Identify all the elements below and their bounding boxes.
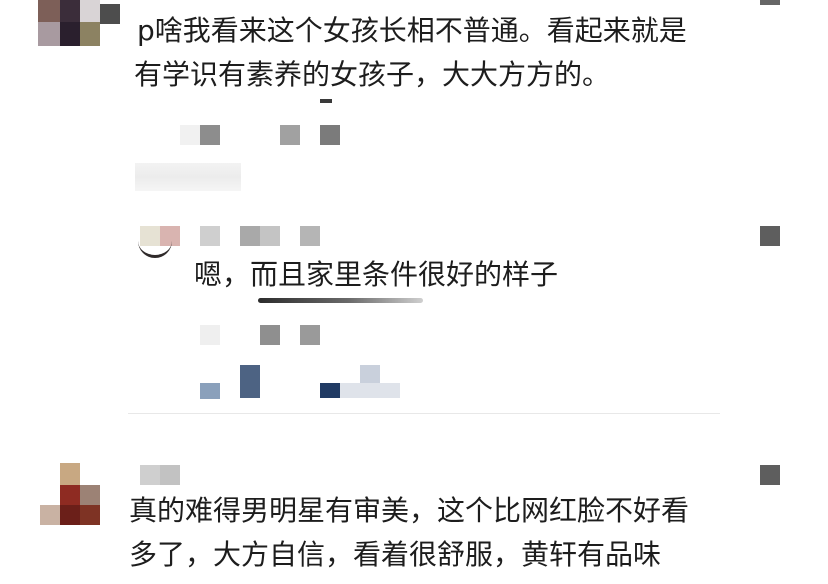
mosaic-tile — [38, 22, 60, 46]
avatar[interactable] — [38, 0, 120, 46]
mosaic-tile — [320, 125, 340, 145]
mosaic-tile — [180, 125, 200, 145]
blurred-username[interactable] — [200, 226, 320, 246]
mosaic-tile — [40, 505, 60, 525]
stroke-mark — [258, 298, 423, 303]
mosaic-arc — [138, 240, 172, 258]
comment-text-line: 多了，大方自信，看着很舒服，黄轩有品味 — [129, 538, 662, 571]
reply: 嗯，而且家里条件很好的样子 — [130, 215, 828, 410]
blurred-like-icon[interactable] — [760, 465, 780, 485]
mosaic-tile — [240, 365, 260, 398]
mosaic-tile — [340, 383, 400, 398]
comment-second: 真的难得男明星有审美，这个比网红脸不好看 多了，大方自信，看着很舒服，黄轩有品味 — [0, 414, 828, 584]
mosaic-tile — [200, 325, 220, 345]
mosaic-tile — [360, 365, 380, 383]
mosaic-tile — [200, 383, 220, 399]
mosaic-tile — [240, 226, 260, 246]
blurred-like-icon[interactable] — [760, 226, 780, 246]
blurred-meta-row — [180, 125, 340, 145]
mosaic-tile — [260, 325, 280, 345]
reply-avatar[interactable] — [138, 226, 180, 260]
avatar[interactable] — [40, 463, 100, 525]
blurred-meta-row — [200, 325, 320, 345]
comment-first: p啥我看来这个女孩长相不普通。看起来就是 有学识有素养的女孩子，大大方方的。 嗯… — [0, 0, 828, 413]
mosaic-tile — [200, 226, 220, 246]
mosaic-tile — [300, 226, 320, 246]
mosaic-tile — [60, 463, 80, 485]
comment-text-line: p啥我看来这个女孩长相不普通。看起来就是 — [137, 14, 687, 47]
mosaic-mark — [320, 99, 332, 103]
mosaic-tile — [80, 485, 100, 505]
mosaic-tile — [260, 226, 280, 246]
mosaic-tile — [100, 4, 120, 24]
mosaic-tile — [80, 0, 100, 22]
mosaic-tile — [280, 125, 300, 145]
mosaic-tile — [200, 125, 220, 145]
mosaic-tile — [60, 22, 80, 46]
blurred-like-icon[interactable] — [760, 0, 780, 5]
blurred-stripe — [135, 163, 241, 191]
mosaic-tile — [60, 485, 80, 505]
mosaic-tile — [60, 505, 80, 525]
mosaic-tile — [80, 505, 100, 525]
reply-text: 嗯，而且家里条件很好的样子 — [194, 258, 559, 291]
blurred-username[interactable] — [140, 465, 180, 485]
blurred-image-row — [200, 365, 400, 399]
mosaic-tile — [38, 0, 60, 22]
mosaic-tile — [300, 325, 320, 345]
comment-text-line: 有学识有素养的女孩子，大大方方的。 — [134, 58, 611, 91]
mosaic-tile — [80, 22, 100, 46]
mosaic-tile — [140, 465, 160, 485]
mosaic-tile — [60, 0, 80, 22]
mosaic-tile — [320, 383, 340, 398]
comment-text-line: 真的难得男明星有审美，这个比网红脸不好看 — [129, 494, 690, 527]
mosaic-tile — [160, 465, 180, 485]
